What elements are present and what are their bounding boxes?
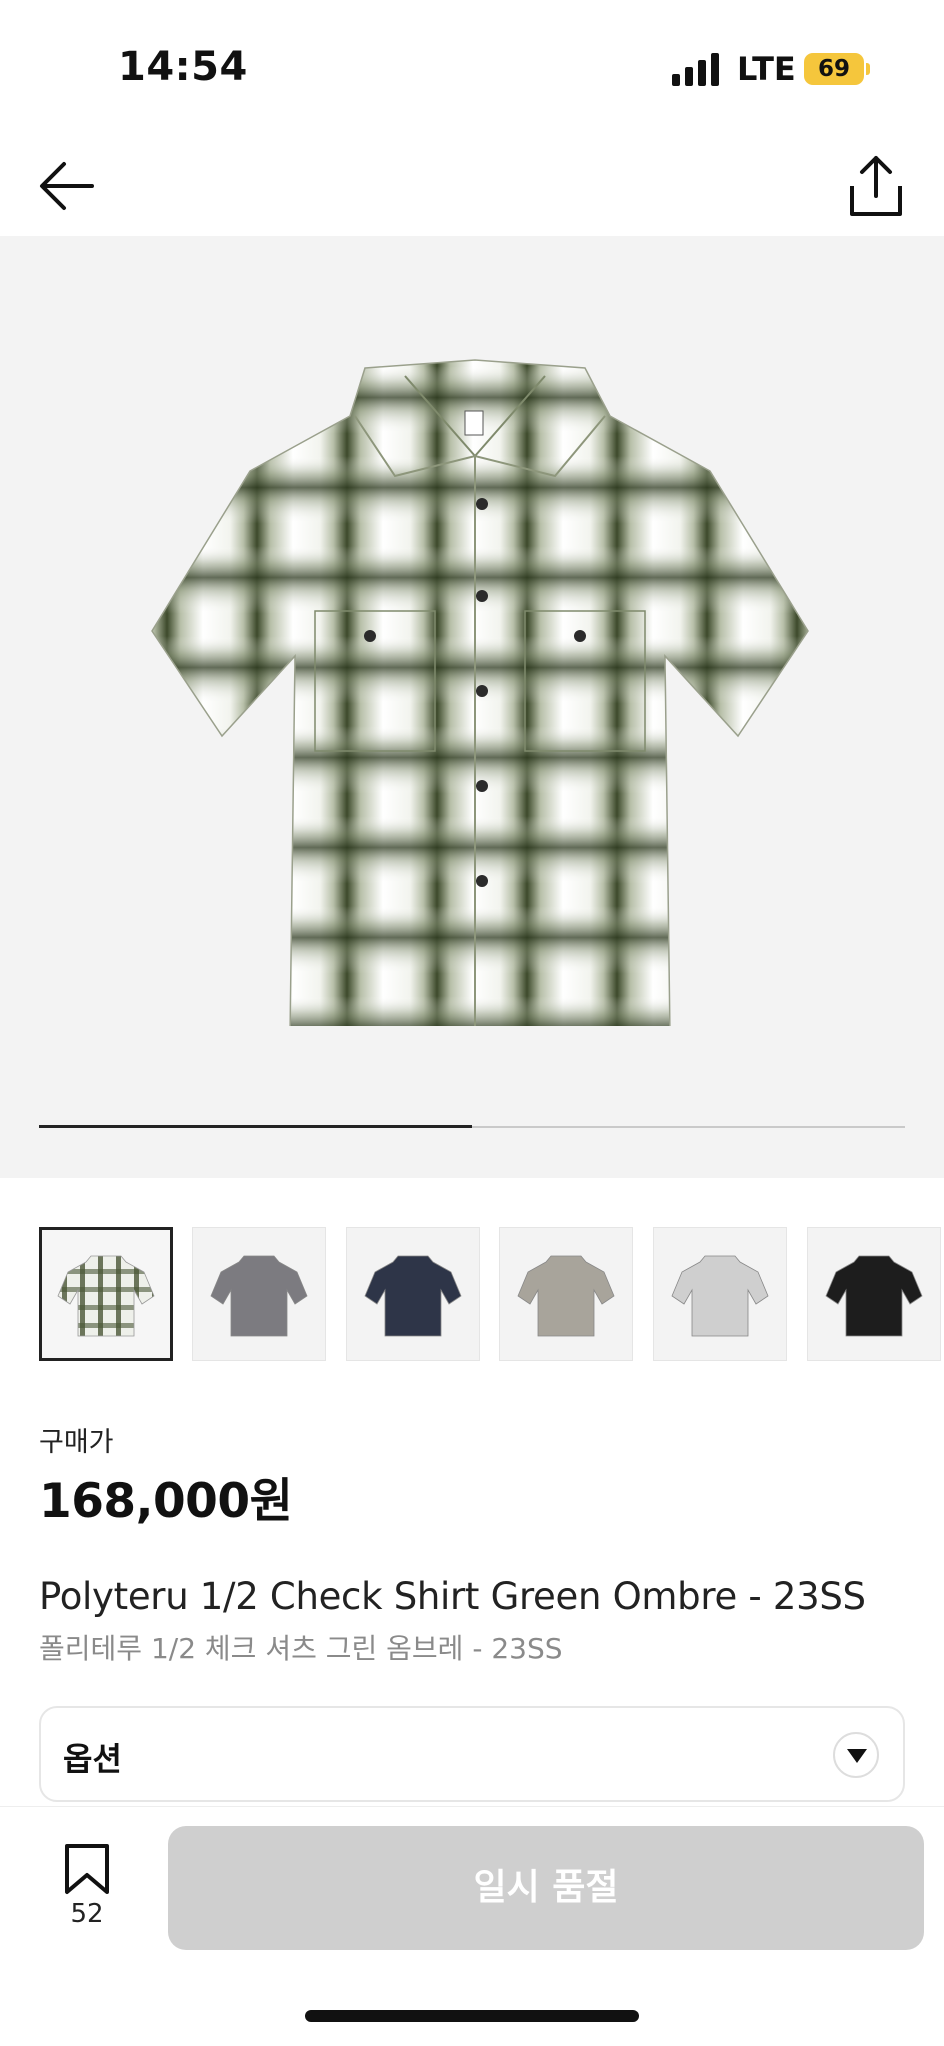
thumbnail-2[interactable] bbox=[192, 1227, 326, 1361]
shirt-thumbnail-icon bbox=[671, 1255, 769, 1337]
bookmark-button[interactable]: 52 bbox=[52, 1843, 122, 1933]
gallery-pager bbox=[39, 1125, 905, 1128]
thumbnail-3[interactable] bbox=[346, 1227, 480, 1361]
price: 168,000원 bbox=[39, 1474, 293, 1529]
shirt-thumbnail-icon bbox=[825, 1255, 923, 1337]
option-select[interactable]: 옵션 bbox=[39, 1706, 905, 1802]
status-time: 14:54 bbox=[118, 44, 248, 90]
option-dropdown-button[interactable] bbox=[833, 1732, 879, 1778]
battery-nub bbox=[866, 63, 870, 75]
color-thumbnails bbox=[39, 1227, 944, 1361]
network-label: LTE bbox=[737, 50, 796, 88]
thumbnail-6[interactable] bbox=[807, 1227, 941, 1361]
arrow-left-icon bbox=[40, 162, 94, 210]
gallery-pager-progress bbox=[39, 1125, 472, 1128]
option-label: 옵션 bbox=[63, 1740, 122, 1778]
product-name-en: Polyteru 1/2 Check Shirt Green Ombre - 2… bbox=[39, 1575, 866, 1618]
shirt-thumbnail-icon bbox=[57, 1255, 155, 1337]
bookmark-count: 52 bbox=[70, 1899, 104, 1929]
status-bar: 14:54 LTE 69 bbox=[0, 0, 944, 140]
product-image bbox=[151, 359, 809, 1026]
product-gallery[interactable] bbox=[0, 236, 944, 1178]
shirt-thumbnail-icon bbox=[364, 1255, 462, 1337]
back-button[interactable] bbox=[36, 154, 100, 218]
battery-icon: 69 bbox=[804, 53, 864, 85]
top-nav bbox=[0, 140, 944, 236]
home-indicator bbox=[305, 2010, 639, 2022]
shirt-thumbnail-icon bbox=[517, 1255, 615, 1337]
sold-out-button[interactable]: 일시 품절 bbox=[168, 1826, 924, 1950]
share-icon bbox=[850, 156, 902, 216]
share-button[interactable] bbox=[844, 152, 908, 222]
bookmark-icon bbox=[65, 1844, 109, 1894]
thumbnail-1[interactable] bbox=[39, 1227, 173, 1361]
thumbnail-4[interactable] bbox=[499, 1227, 633, 1361]
signal-icon bbox=[672, 52, 722, 86]
thumbnail-5[interactable] bbox=[653, 1227, 787, 1361]
caret-down-icon bbox=[847, 1749, 867, 1763]
product-name-ko: 폴리테루 1/2 체크 셔츠 그린 옴브레 - 23SS bbox=[39, 1632, 563, 1665]
shirt-thumbnail-icon bbox=[210, 1255, 308, 1337]
price-label: 구매가 bbox=[39, 1427, 114, 1458]
